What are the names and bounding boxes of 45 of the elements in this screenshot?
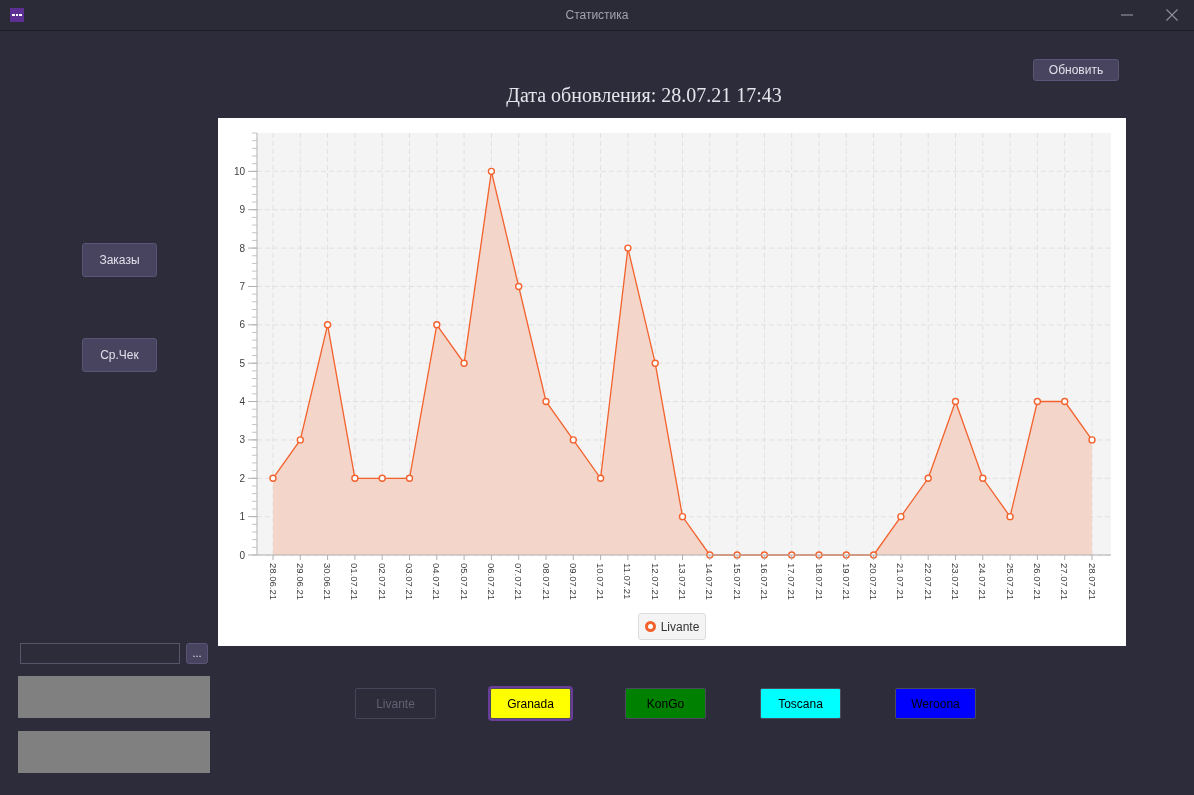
axis-label: 07.07.21 [513,563,525,600]
axis-label: 21.07.21 [895,563,907,600]
axis-label: 28.06.21 [267,563,279,600]
axis-label: 30.06.21 [322,563,334,600]
axis-label: 27.07.21 [1059,563,1071,600]
axis-label: 8 [239,242,245,254]
axis-label: 6 [239,319,245,331]
axis-label: 9 [239,204,245,216]
axis-label: 18.07.21 [813,563,825,600]
axis-label: 25.07.21 [1004,563,1016,600]
axis-label: 12.07.21 [649,563,661,600]
axis-label: 16.07.21 [758,563,770,600]
update-date-label: Дата обновления: 28.07.21 17:43 [506,83,782,108]
axis-label: 28.07.21 [1086,563,1098,600]
axis-label: 06.07.21 [485,563,497,600]
axis-label: 17.07.21 [786,563,798,600]
axis-label: 23.07.21 [950,563,961,600]
window-title: Статистика [565,8,629,22]
axis-label: 4 [239,396,245,408]
axis-label: 02.07.21 [376,563,388,600]
axis-label: 3 [239,434,245,446]
axis-label: 26.07.21 [1031,563,1043,600]
legend-label: Livante [660,619,700,634]
axis-label: 15.07.21 [731,563,743,600]
axis-label: 11.07.21 [622,563,634,600]
axis-label: 0 [239,549,245,561]
axis-label: 24.07.21 [977,563,989,600]
axis-label: 29.06.21 [294,563,306,600]
axis-label: 03.07.21 [404,563,415,600]
axis-label: 10 [233,165,245,177]
axis-label: 14.07.21 [704,563,716,600]
axis-label: 09.07.21 [567,563,579,600]
axis-label: 04.07.21 [431,563,443,600]
axis-label: 08.07.21 [540,563,552,600]
axis-label: 20.07.21 [868,563,880,600]
axis-label: 01.07.21 [349,563,361,600]
axis-label: 5 [239,357,245,369]
axis-label: 13.07.21 [677,563,688,600]
axis-label: 2 [239,472,245,484]
axis-label: 22.07.21 [922,563,934,600]
axis-label: 7 [239,280,245,292]
axis-label: 1 [239,511,245,523]
axis-label: 19.07.21 [840,563,852,600]
axis-label: 05.07.21 [458,563,470,600]
axis-label: 10.07.21 [595,563,607,600]
